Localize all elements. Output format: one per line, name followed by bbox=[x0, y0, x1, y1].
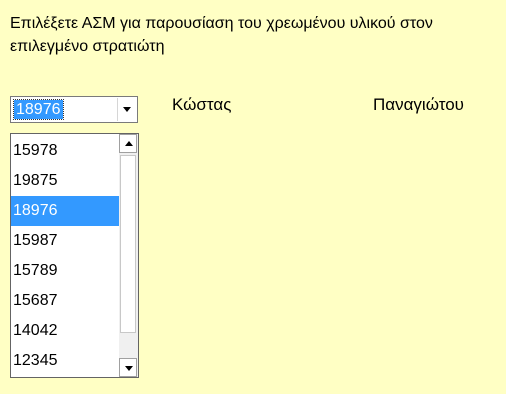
dropdown-option[interactable]: 15789 bbox=[11, 256, 120, 286]
dropdown-scrollbar[interactable] bbox=[119, 134, 138, 377]
dropdown-option[interactable]: 15687 bbox=[11, 286, 120, 316]
scrollbar-thumb[interactable] bbox=[120, 155, 136, 333]
scroll-up-button[interactable] bbox=[119, 134, 137, 153]
chevron-down-icon bbox=[125, 366, 133, 371]
dropdown-option[interactable]: 12345 bbox=[11, 346, 120, 376]
instructions-text: Επιλέξετε ΑΣΜ για παρουσίαση του χρεωμέν… bbox=[10, 15, 433, 55]
dropdown-option[interactable]: 15978 bbox=[11, 136, 120, 166]
dropdown-option-selected[interactable]: 18976 bbox=[11, 196, 120, 226]
asm-combobox[interactable]: 18976 bbox=[10, 96, 138, 123]
combobox-dropdown-button[interactable] bbox=[117, 98, 136, 121]
asm-dropdown-list[interactable]: 15978 19875 18976 15987 15789 15687 1404… bbox=[10, 133, 139, 378]
soldier-last-name: Παναγιώτου bbox=[373, 95, 464, 114]
scroll-down-button[interactable] bbox=[119, 358, 137, 377]
soldier-first-name: Κώστας bbox=[172, 95, 232, 114]
combobox-selected-value: 18976 bbox=[13, 99, 64, 120]
dropdown-option[interactable]: 14042 bbox=[11, 316, 120, 346]
chevron-down-icon bbox=[123, 107, 131, 112]
dropdown-option[interactable]: 19875 bbox=[11, 166, 120, 196]
dropdown-options: 15978 19875 18976 15987 15789 15687 1404… bbox=[11, 134, 120, 376]
dropdown-option[interactable]: 15987 bbox=[11, 226, 120, 256]
chevron-up-icon bbox=[125, 141, 133, 146]
